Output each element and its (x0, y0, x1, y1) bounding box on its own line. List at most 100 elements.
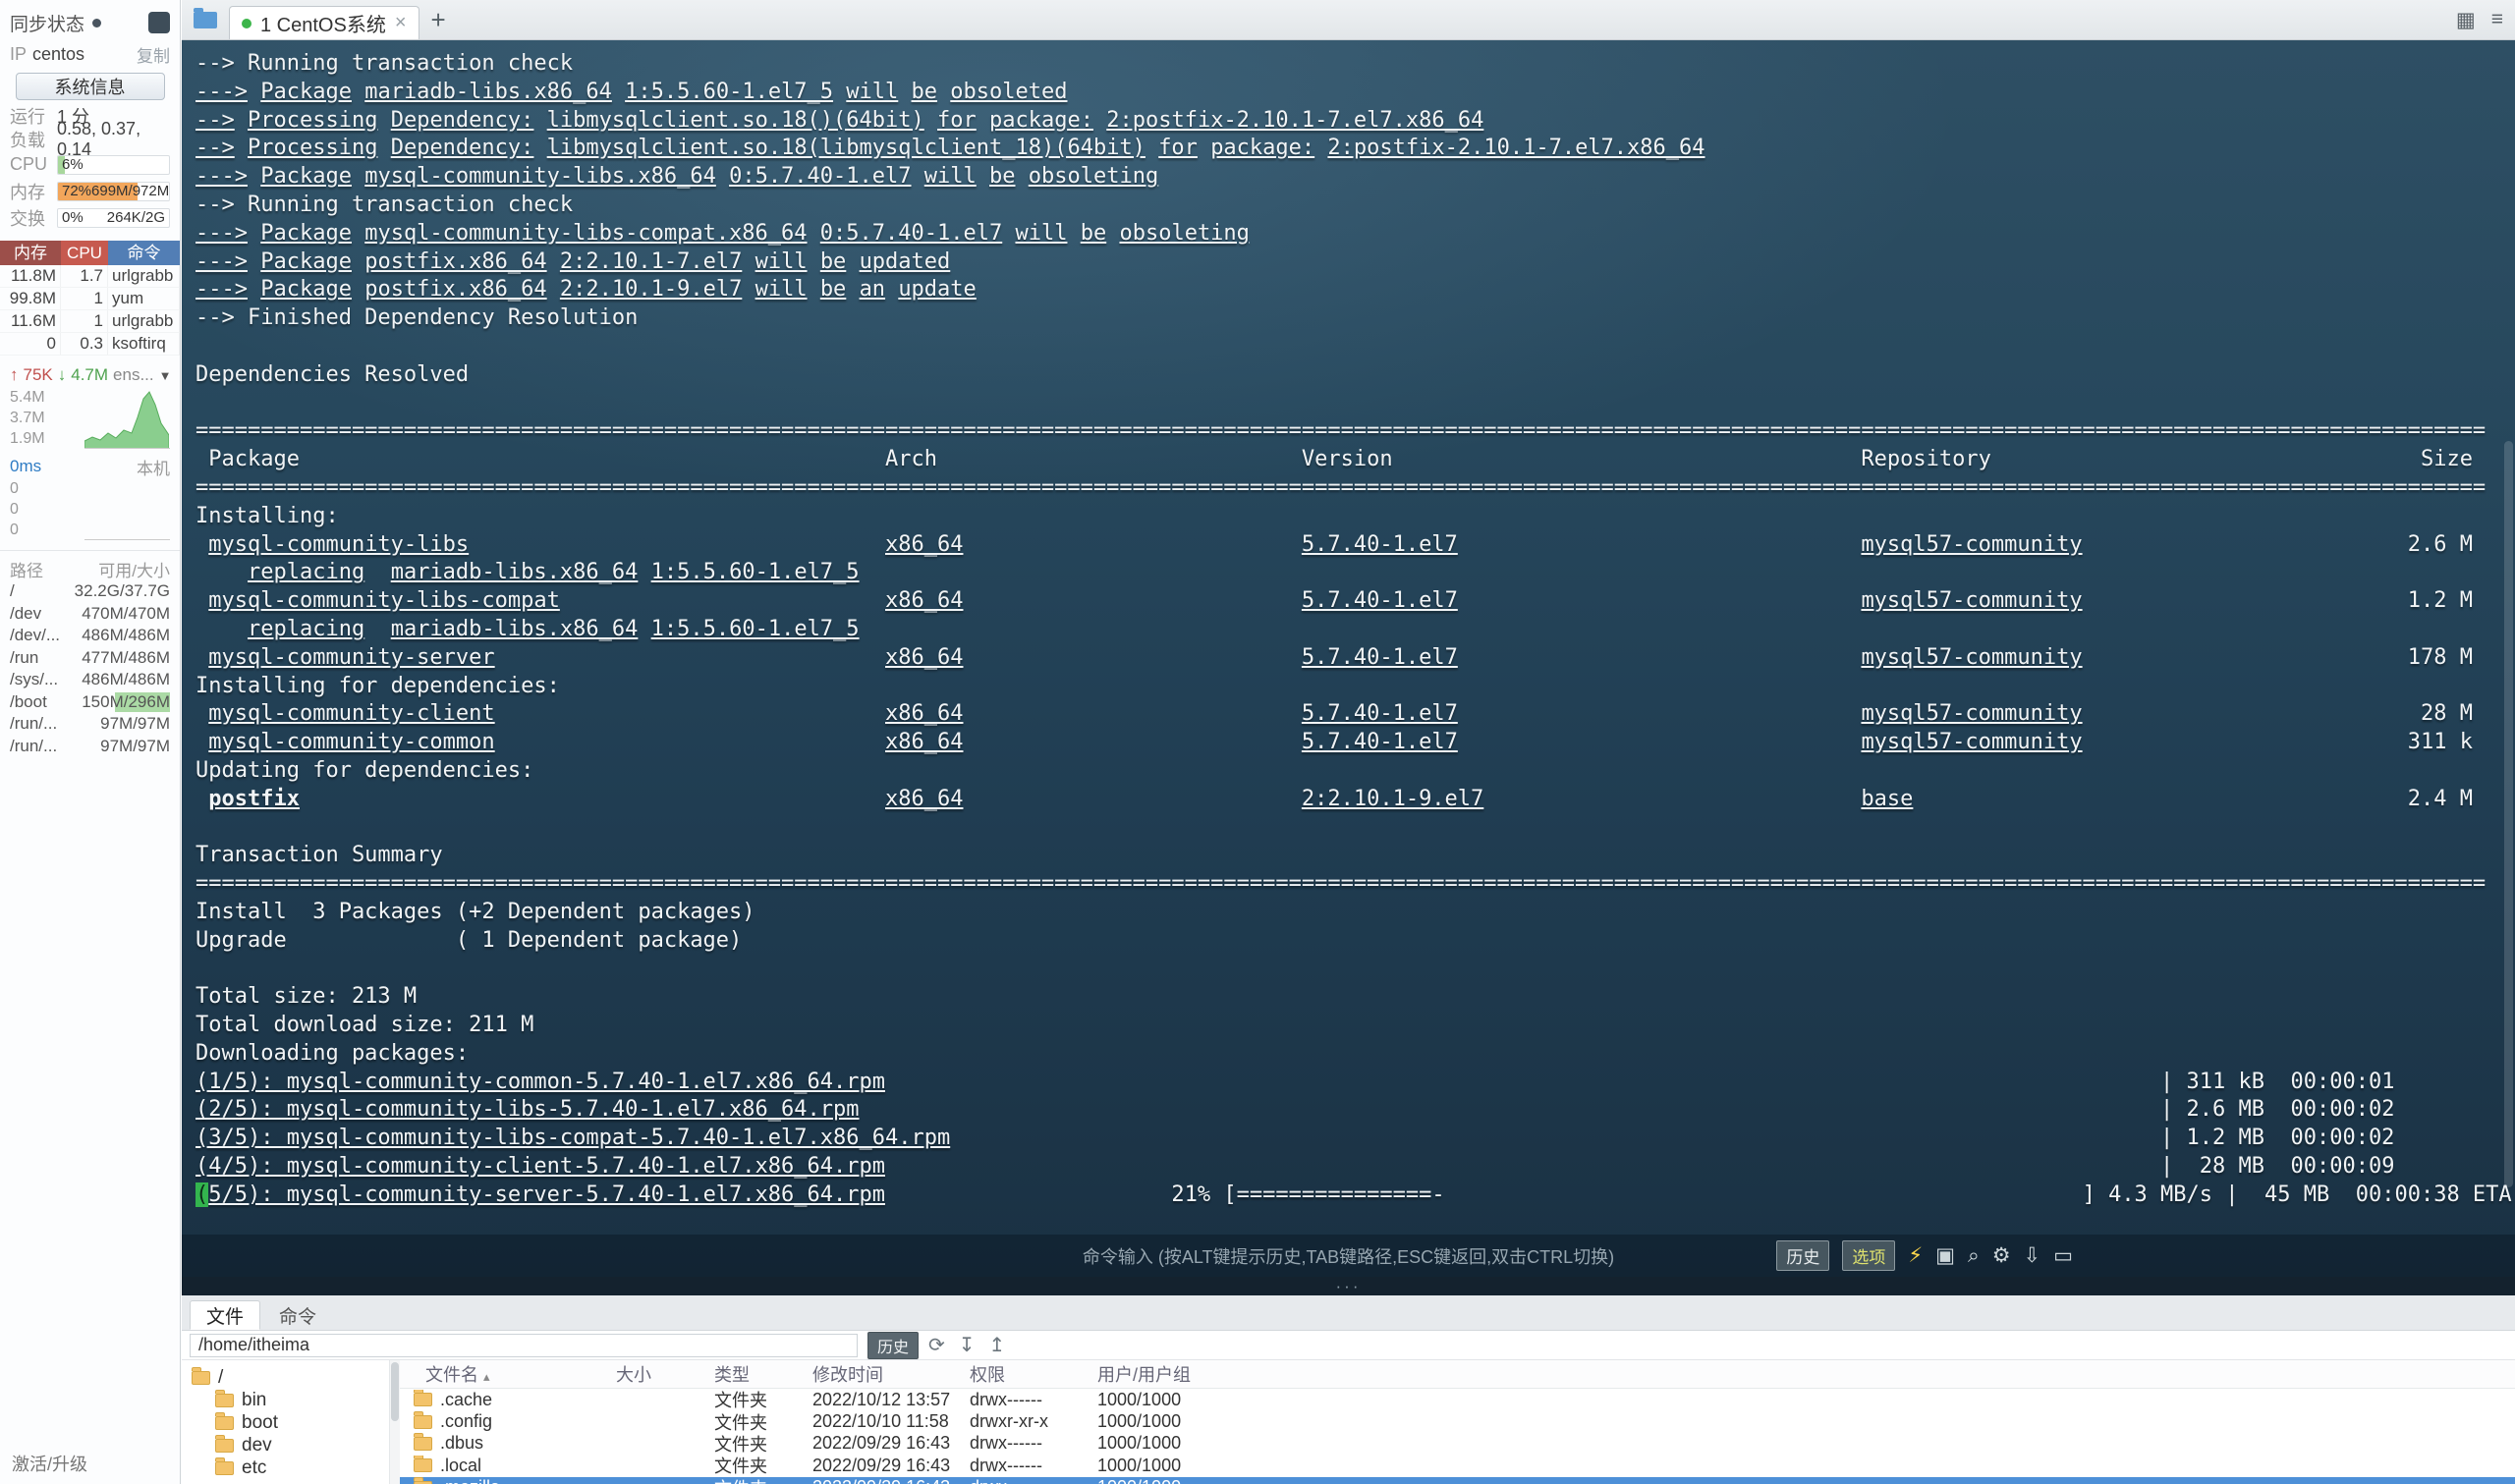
process-row[interactable]: 11.6M 1 urlgrabb (0, 310, 180, 333)
terminal-line: Installing for dependencies: (196, 673, 560, 698)
ping-scale: 000 (10, 480, 19, 538)
disk-row: /dev 470M/470M (10, 603, 170, 623)
file-row[interactable]: .local 文件夹 2022/09/29 16:43 drwx------ 1000/… (400, 1455, 2515, 1476)
disk-row: /run/... 97M/97M (10, 714, 170, 734)
bottom-panel-tabs: 文件 命令 (182, 1295, 2515, 1331)
terminal[interactable]: --> Running transaction check ---> Packag… (182, 40, 2515, 1277)
file-browser: / bin boot dev etc 文件名 ▴ 大小 类型 修改时间 权限 用户/用户组 .cac… (182, 1360, 2515, 1484)
file-row[interactable]: .cache 文件夹 2022/10/12 13:57 drwx------ 1000/… (400, 1389, 2515, 1410)
grid-view-icon[interactable]: ▦ (2456, 8, 2476, 32)
terminal-line: mysql-community-client x86_64 5.7.40-1.e… (208, 701, 2473, 727)
file-col-header[interactable]: 权限 (962, 1361, 1090, 1387)
panel-tab-commands[interactable]: 命令 (262, 1300, 333, 1330)
options-button[interactable]: 选项 (1842, 1240, 1896, 1271)
tabbar-right-icons: ▦ ≡ (2456, 8, 2503, 32)
terminal-line: mysql-community-libs-compat x86_64 5.7.4… (208, 588, 2473, 614)
folder-icon (215, 1389, 234, 1407)
menu-icon[interactable]: ≡ (2491, 8, 2503, 32)
file-table-body: .cache 文件夹 2022/10/12 13:57 drwx------ 1000/… (400, 1389, 2515, 1484)
download-rate-value: 4.7M (71, 365, 109, 384)
file-history-button[interactable]: 历史 (867, 1331, 920, 1359)
file-col-header[interactable]: 大小 (608, 1361, 706, 1387)
terminal-line: --> Running transaction check (196, 192, 574, 217)
tree-item[interactable]: dev (182, 1434, 389, 1457)
tree-scrollbar-thumb[interactable] (391, 1362, 399, 1421)
refresh-icon[interactable]: ⟳ (928, 1336, 945, 1355)
sort-asc-icon: ▴ (483, 1369, 490, 1384)
terminal-line: Upgrade ( 1 Dependent package) (196, 927, 743, 953)
lightning-icon[interactable]: ⚡ (1908, 1245, 1923, 1266)
terminal-output: --> Running transaction check ---> Packag… (182, 40, 2515, 1210)
gear-icon[interactable]: ⚙ (1992, 1245, 2011, 1266)
command-bar-controls: 历史 选项 ⚡ ▣ ⌕ ⚙ ⇩ ▭ (1776, 1240, 2515, 1271)
file-col-header[interactable]: 用户/用户组 (1090, 1361, 2515, 1387)
command-input-bar[interactable]: 命令输入 (按ALT键提示历史,TAB键路径,ESC键返回,双击CTRL切换) … (182, 1235, 2515, 1277)
tab-bar: 1 CentOS系统 × + ▦ ≡ (182, 0, 2515, 40)
panel-tab-files[interactable]: 文件 (190, 1300, 261, 1330)
process-row[interactable]: 11.8M 1.7 urlgrabb (0, 265, 180, 288)
tree-scrollbar[interactable] (390, 1360, 400, 1484)
tree-item[interactable]: bin (182, 1389, 389, 1411)
upload-rate-icon: ↑ (10, 365, 19, 384)
connections-folder-icon[interactable] (194, 7, 217, 28)
file-table-header: 文件名 ▴ 大小 类型 修改时间 权限 用户/用户组 (400, 1360, 2515, 1389)
folder-icon (414, 1433, 432, 1451)
terminal-line: (1/5): mysql-community-common-5.7.40-1.e… (196, 1069, 2395, 1094)
folder-icon (215, 1434, 234, 1453)
file-col-header[interactable]: 文件名 ▴ (400, 1361, 608, 1387)
terminal-line: (2/5): mysql-community-libs-5.7.40-1.el7… (196, 1097, 2395, 1123)
file-row[interactable]: .dbus 文件夹 2022/09/29 16:43 drwx------ 1000/1… (400, 1433, 2515, 1455)
process-table: 内存 CPU 命令 11.8M 1.7 urlgrabb 99.8M 1 yum 11.6M 1 u… (0, 241, 180, 356)
interface-dropdown-icon[interactable]: ▼ (159, 368, 172, 383)
search-icon[interactable]: ⌕ (1968, 1245, 1980, 1266)
sidebar-settings-icon[interactable] (148, 12, 170, 33)
upload-rate-value: 75K (23, 365, 53, 384)
terminal-line: Install 3 Packages (+2 Dependent package… (196, 899, 755, 924)
process-col-header[interactable]: CPU (61, 241, 108, 265)
process-col-header[interactable]: 内存 (0, 241, 61, 265)
file-row[interactable]: .config 文件夹 2022/10/10 11:58 drwxr-xr-x 1000… (400, 1410, 2515, 1433)
disk-row: /boot 150M/296M (10, 691, 170, 712)
session-tab[interactable]: 1 CentOS系统 × (229, 6, 419, 39)
directory-tree: / bin boot dev etc (182, 1360, 390, 1484)
download-icon[interactable]: ⇩ (2024, 1245, 2041, 1266)
splitter-handle-icon: ··· (1335, 1276, 1362, 1295)
system-info-button[interactable]: 系统信息 (15, 73, 165, 100)
history-button[interactable]: 历史 (1776, 1240, 1830, 1271)
tree-item[interactable]: etc (182, 1457, 389, 1479)
system-monitor-sidebar: 同步状态 IP centos 复制 系统信息 运行 1 分 负载 0.58, 0… (0, 0, 181, 1484)
panel-splitter[interactable]: ··· (182, 1277, 2515, 1295)
terminal-line: (4/5): mysql-community-client-5.7.40-1.e… (196, 1154, 2395, 1180)
display-icon[interactable]: ▭ (2053, 1245, 2073, 1266)
ping-sparkline (84, 478, 170, 540)
copy-ip-button[interactable]: 复制 (137, 42, 170, 67)
process-row[interactable]: 0 0.3 ksoftirq (0, 333, 180, 356)
close-tab-icon[interactable]: × (395, 12, 407, 34)
terminal-line: ---> Package mysql-community-libs-compat… (196, 220, 1250, 246)
file-col-header[interactable]: 类型 (706, 1361, 805, 1387)
path-input[interactable] (190, 1333, 858, 1357)
process-table-header: 内存 CPU 命令 (0, 241, 180, 265)
file-col-header[interactable]: 修改时间 (805, 1361, 962, 1387)
swap-usage-bar: 0% 264K/2G (57, 207, 170, 228)
file-table: 文件名 ▴ 大小 类型 修改时间 权限 用户/用户组 .cache 文件夹 2022/10/12… (400, 1360, 2515, 1484)
copy-icon[interactable]: ▣ (1935, 1245, 1955, 1266)
download-icon[interactable]: ↧ (959, 1336, 976, 1355)
ip-label: IP (10, 43, 28, 64)
terminal-scrollbar-thumb[interactable] (2504, 441, 2513, 1187)
new-tab-button[interactable]: + (431, 7, 446, 32)
upload-icon[interactable]: ↥ (989, 1336, 1006, 1355)
tree-item[interactable]: / (182, 1366, 389, 1389)
activate-upgrade-link[interactable]: 激活/升级 (12, 1451, 87, 1476)
folder-icon (192, 1366, 210, 1385)
cpu-usage-text: 6% (62, 156, 84, 173)
process-col-header[interactable]: 命令 (108, 241, 180, 265)
process-row[interactable]: 99.8M 1 yum (0, 288, 180, 310)
terminal-line: ========================================… (196, 474, 2487, 500)
network-section: ↑ 75K ↓ 4.7M ens... ▼ 5.4M 3.7M 1.9M (0, 356, 180, 449)
terminal-line: (5/5): mysql-community-server-5.7.40-1.e… (196, 1182, 2512, 1207)
tree-item[interactable]: boot (182, 1411, 389, 1434)
swap-usage-size: 264K/2G (106, 209, 165, 226)
file-row[interactable]: .mozilla文件夹2022/09/29 16:43drwx------100… (400, 1476, 2515, 1484)
